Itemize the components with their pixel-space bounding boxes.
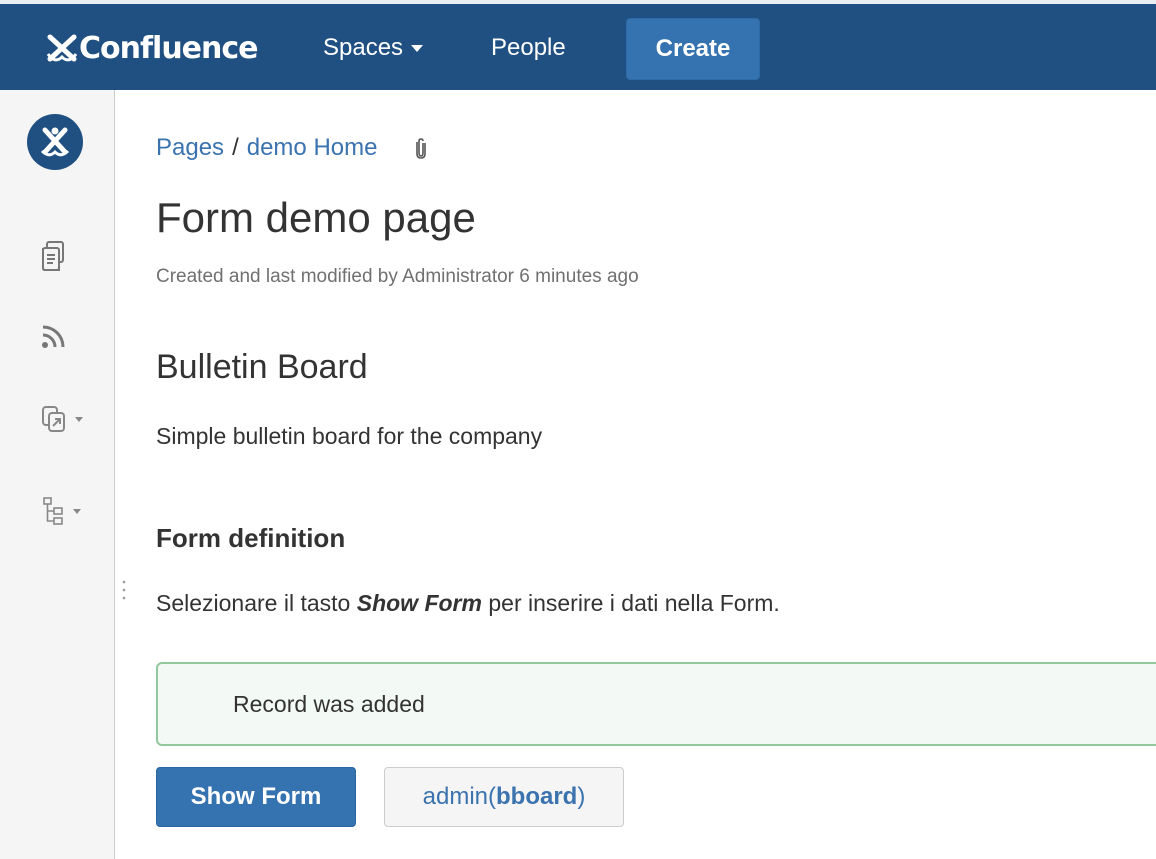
create-button[interactable]: Create <box>626 18 760 80</box>
people-link[interactable]: People <box>491 34 566 62</box>
heading-bulletin-board: Bulletin Board <box>156 348 368 386</box>
instructions-text-after: per inserire i dati nella Form. <box>481 590 780 616</box>
page-title: Form demo page <box>156 194 476 241</box>
page-description: Simple bulletin board for the company <box>156 423 543 449</box>
confluence-logo-icon <box>46 34 78 62</box>
page-byline: Created and last modified by Administrat… <box>156 266 639 287</box>
people-label: People <box>491 34 566 61</box>
space-avatar[interactable] <box>27 114 83 170</box>
pages-shortcut[interactable] <box>40 240 68 272</box>
pages-icon <box>42 241 64 271</box>
spaces-menu[interactable]: Spaces <box>323 34 424 62</box>
spaces-label: Spaces <box>323 34 404 61</box>
page-tree-icon <box>43 497 63 525</box>
show-form-button[interactable]: Show Form <box>156 767 356 827</box>
chevron-down-icon <box>75 416 83 422</box>
shortcuts-icon <box>42 406 65 432</box>
instructions-emphasis: Show Form <box>356 590 482 616</box>
success-message: Record was added <box>156 662 1156 746</box>
heading-form-definition: Form definition <box>156 523 346 553</box>
chevron-down-icon <box>73 508 81 514</box>
confluence-logo[interactable]: Confluence <box>46 26 259 70</box>
admin-button-bold: bboard <box>496 783 578 810</box>
admin-bboard-button[interactable]: admin(bboard) <box>384 767 624 827</box>
paperclip-icon <box>416 138 427 159</box>
form-instructions: Selezionare il tasto Show Form per inser… <box>156 590 780 617</box>
breadcrumb-demo-home[interactable]: demo Home <box>247 134 378 162</box>
space-logo-icon <box>40 127 70 157</box>
blog-feed-icon <box>42 325 65 348</box>
admin-button-prefix: admin( <box>422 783 497 810</box>
instructions-text-before: Selezionare il tasto <box>156 590 357 616</box>
space-sidebar <box>0 90 115 859</box>
shortcuts-menu[interactable] <box>40 404 83 434</box>
page-tree-menu[interactable] <box>42 496 81 526</box>
admin-button-suffix: ) <box>577 783 586 810</box>
page-content: Pages / demo Home Form demo page Created… <box>156 90 1156 859</box>
breadcrumb: Pages / demo Home <box>156 134 427 162</box>
chevron-down-icon <box>411 44 424 52</box>
breadcrumb-separator: / <box>232 134 239 161</box>
top-navigation-bar: Confluence Spaces People Create <box>0 0 1156 90</box>
success-message-text: Record was added <box>233 690 425 717</box>
attachments-link[interactable] <box>415 137 427 159</box>
blog-shortcut[interactable] <box>40 324 66 350</box>
sidebar-resize-handle[interactable] <box>121 578 127 606</box>
brand-name: Confluence <box>79 30 259 66</box>
breadcrumb-pages[interactable]: Pages <box>156 134 224 162</box>
